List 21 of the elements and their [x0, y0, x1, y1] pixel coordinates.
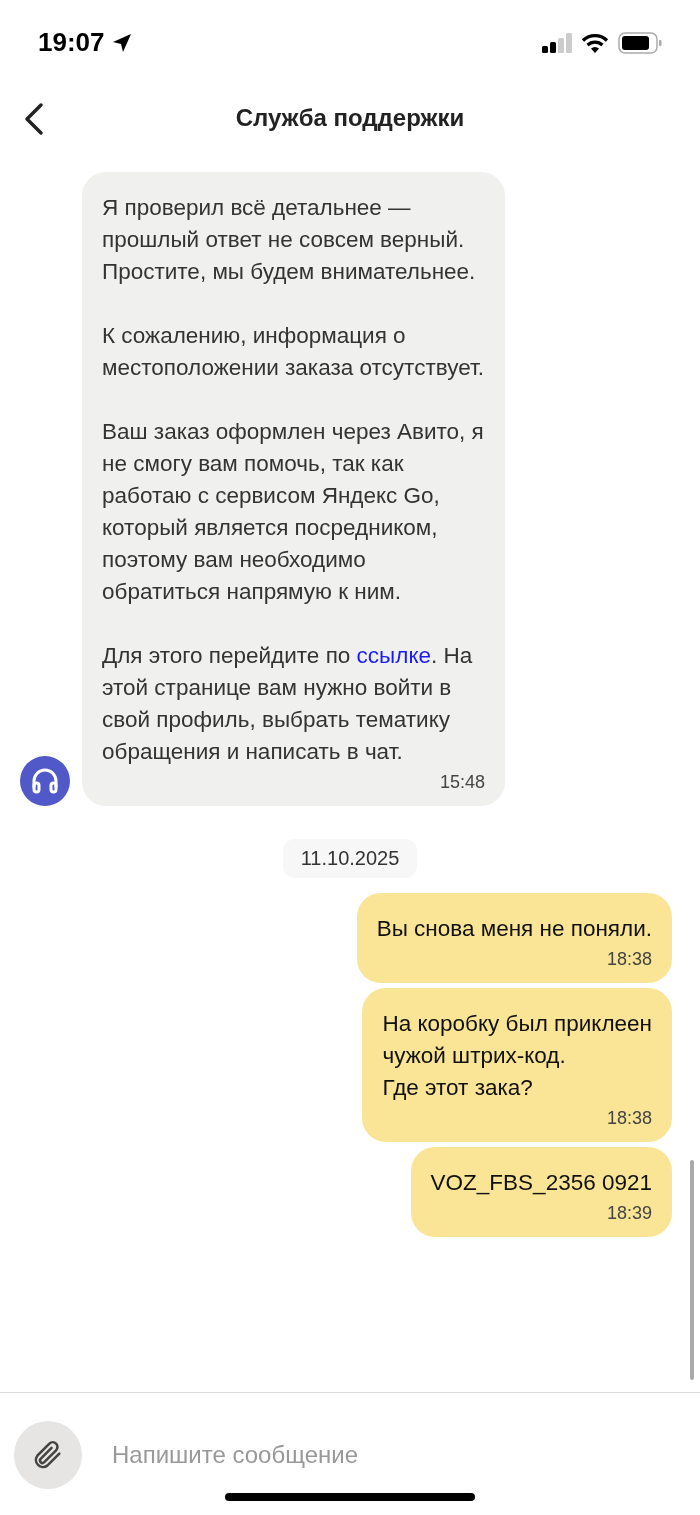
message-text: VOZ_FBS_2356 0921 [430, 1169, 652, 1197]
message-text: Ваш заказ оформлен через Авито, я не смогу вам помочь, так как работаю с сервисом Яндекс Go, который является посредником, поэтому вам необходимо обратиться напрямую к ним. [102, 418, 485, 606]
status-time: 19:07 [38, 27, 105, 58]
battery-icon [618, 31, 662, 54]
message-text: На коробку был приклеен чужой штрих-код. Где этот зака? [382, 1010, 652, 1102]
scrollbar[interactable] [690, 1160, 694, 1380]
headphones-icon [20, 756, 70, 806]
wifi-icon [581, 32, 609, 53]
message-text: Для этого перейдите по ссылке. На этой странице вам нужно войти в свой профиль, выбрать тематику обращения и написать в чат. [102, 642, 474, 766]
message-text: Вы снова меня не поняли. [376, 915, 652, 943]
message-text: К сожалению, информация о местоположении заказа отсутствует. [102, 322, 485, 382]
signal-icon [542, 32, 572, 53]
link[interactable]: ссылке [356, 643, 431, 668]
message-input[interactable]: Напишите сообщение [112, 1421, 632, 1489]
message-text: Я проверил всё детальнее — прошлый ответ не совсем верный. Простите, мы будем внимательнее. [102, 194, 477, 286]
message-time: 18:38 [606, 948, 652, 971]
date-chip: 11.10.2025 [282, 839, 418, 878]
message-time: 18:38 [606, 1107, 652, 1130]
screen-title: Служба поддержки [235, 103, 465, 132]
message-time: 18:39 [606, 1202, 652, 1225]
message-time: 15:48 [439, 771, 485, 794]
